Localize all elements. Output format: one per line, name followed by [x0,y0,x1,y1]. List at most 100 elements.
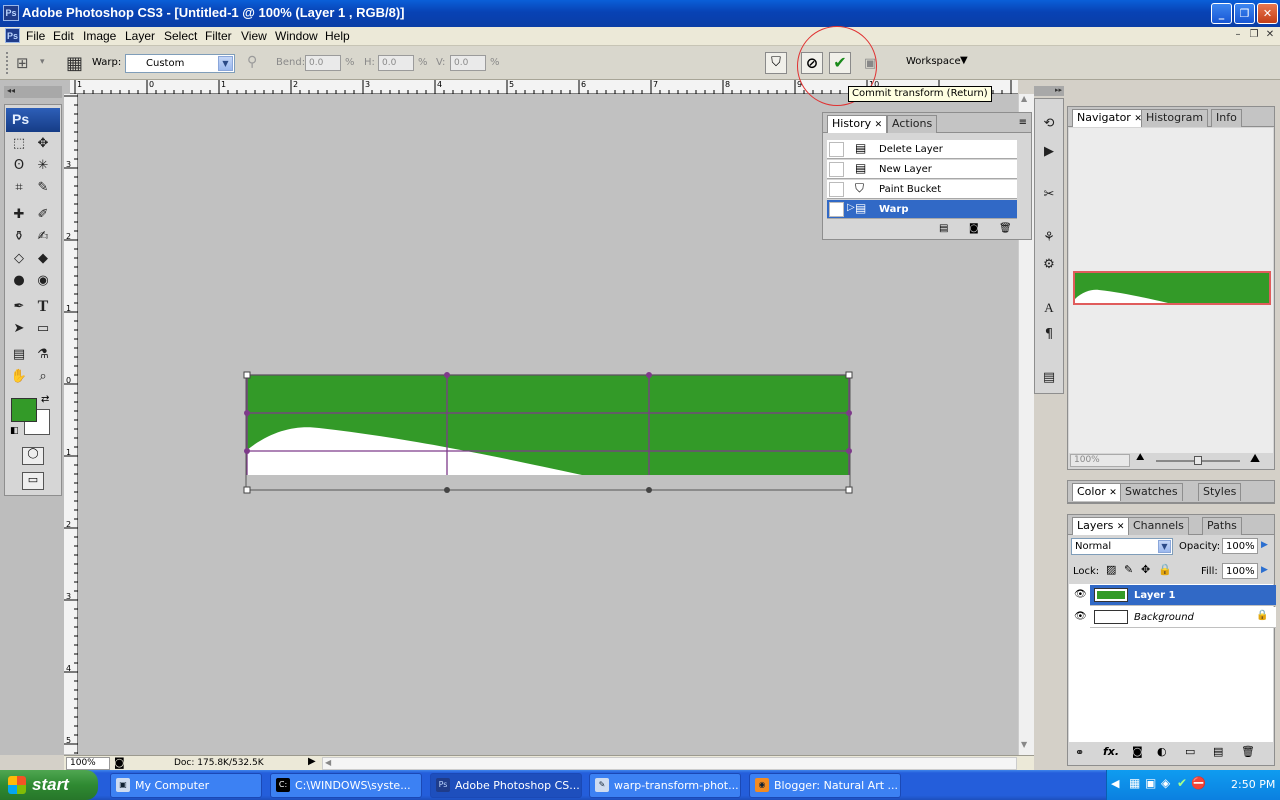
corner-handle-icon[interactable] [243,371,251,379]
warp-handle-icon[interactable] [444,487,450,493]
blend-mode-select[interactable]: Normal ▼ [1071,538,1173,555]
magic-wand-tool-icon[interactable]: ✳ [32,156,54,176]
zoom-field[interactable]: 100% [66,757,110,770]
new-layer-icon[interactable]: ▤ [1213,745,1223,758]
lasso-tool-icon[interactable]: ʘ [8,156,30,176]
menu-view[interactable]: View [241,29,267,43]
zoom-out-icon[interactable]: ⛰ [1136,452,1144,463]
warp-handle-icon[interactable] [646,372,652,378]
toolbox-collapse-icon[interactable]: ◂◂ [4,86,62,98]
warp-mode-toggle-icon[interactable]: ⛉ [765,52,787,74]
layer-row-layer1[interactable]: Layer 1 [1090,585,1276,606]
corner-handle-icon[interactable] [845,371,853,379]
clone-stamp-tool-icon[interactable]: ⚱ [8,227,30,247]
eye-visibility-icon[interactable]: 👁 [1074,611,1087,622]
eye-visibility-icon[interactable]: 👁 [1074,589,1087,600]
tab-layers[interactable]: Layers ✕ [1072,517,1130,535]
history-item[interactable]: ▤ New Layer [827,160,1017,179]
tray-app-icon[interactable]: ▣ [1145,776,1156,790]
adjustment-layer-icon[interactable]: ◐ [1157,745,1167,758]
link-layers-icon[interactable]: ⚭ [1075,746,1084,759]
tab-channels[interactable]: Channels [1128,517,1189,535]
doc-restore-icon[interactable]: ❐ [1246,29,1262,43]
history-source-checkbox[interactable] [829,162,844,177]
paragraph-panel-icon[interactable]: ¶ [1038,324,1060,346]
path-selection-tool-icon[interactable]: ➤ [8,319,30,339]
navigator-zoom-field[interactable]: 100% [1070,454,1130,467]
scroll-down-icon[interactable]: ▼ [1021,740,1027,749]
history-source-checkbox[interactable] [829,182,844,197]
close-icon[interactable]: ✕ [1109,488,1117,498]
history-item[interactable]: ⛉ Paint Bucket [827,180,1017,199]
history-panel-icon[interactable]: ⟲ [1038,113,1060,135]
warp-style-select[interactable]: Custom ▼ [125,54,235,73]
antivirus-icon[interactable]: ⛔ [1191,776,1206,790]
close-icon[interactable]: ✕ [875,120,883,130]
zoom-slider-thumb[interactable] [1194,456,1202,465]
ruler-left[interactable] [64,94,78,754]
layer-mask-icon[interactable]: ◙ [1132,745,1143,758]
workspace-arrow-icon[interactable]: ▼ [960,55,968,66]
menu-window[interactable]: Window [275,29,318,43]
new-document-icon[interactable]: ▤ [939,223,948,234]
tray-expand-icon[interactable]: ◀ [1111,777,1119,790]
tab-info[interactable]: Info [1211,109,1242,127]
tab-navigator[interactable]: Navigator ✕ [1072,109,1147,127]
warp-handle-icon[interactable] [646,487,652,493]
dodge-tool-icon[interactable]: ◉ [32,271,54,291]
clone-source-icon[interactable]: ⚙ [1038,254,1060,276]
close-icon[interactable]: ✕ [1117,522,1125,532]
zoom-in-icon[interactable]: ⛰ [1250,451,1260,466]
volume-icon[interactable]: ◈ [1161,776,1170,790]
brushes-panel-icon[interactable]: ⚘ [1038,227,1060,249]
taskbar-item-photoshop[interactable]: Ps Adobe Photoshop CS... [430,773,582,798]
screen-mode-icon[interactable]: ▭ [22,472,44,490]
hand-tool-icon[interactable]: ✋ [8,367,30,387]
panel-menu-icon[interactable]: ≡ [1019,117,1027,128]
scroll-left-icon[interactable]: ◀ [325,758,331,767]
menu-help[interactable]: Help [325,29,350,43]
tool-presets-icon[interactable]: ✂ [1038,184,1060,206]
move-tool-icon[interactable]: ✥ [32,134,54,154]
history-item[interactable]: ▤ Delete Layer [827,140,1017,159]
tab-styles[interactable]: Styles [1198,483,1242,501]
slice-tool-icon[interactable]: ✎ [32,178,54,198]
zoom-tool-icon[interactable]: ⌕ [32,367,54,387]
tab-swatches[interactable]: Swatches [1120,483,1183,501]
v-field[interactable]: 0.0 [450,55,486,71]
horizontal-scrollbar[interactable]: ◀ [322,757,1017,770]
crop-tool-icon[interactable]: ⌗ [8,178,30,198]
trash-icon[interactable]: 🗑 [1241,745,1255,758]
minimize-button[interactable]: _ [1211,3,1232,24]
maximize-button[interactable]: ❐ [1234,3,1255,24]
menu-file[interactable]: File [26,29,45,43]
warp-grid-icon[interactable]: ▦ [66,53,83,74]
tab-histogram[interactable]: Histogram [1141,109,1209,127]
notes-tool-icon[interactable]: ▤ [8,345,30,365]
status-menu-icon[interactable]: ◙ [114,756,125,769]
foreground-color-swatch[interactable] [11,398,37,422]
layer-row-background[interactable]: Background 🔒 [1090,607,1276,628]
warp-handle-icon[interactable] [846,448,852,454]
taskbar-item-blogger[interactable]: ◉ Blogger: Natural Art ... [749,773,901,798]
warp-handle-icon[interactable] [244,448,250,454]
menu-image[interactable]: Image [83,29,116,43]
scroll-up-icon[interactable]: ▲ [1021,94,1027,103]
bend-field[interactable]: 0.0 [305,55,341,71]
layer-style-icon[interactable]: fx. [1103,745,1119,758]
taskbar-item-warp[interactable]: ✎ warp-transform-phot... [589,773,741,798]
type-tool-icon[interactable]: T [32,297,54,317]
tool-preset-icon[interactable]: ⊞ [16,54,29,72]
fill-field[interactable]: 100% [1222,563,1258,579]
eyedropper-tool-icon[interactable]: ⚗ [32,345,54,365]
paint-bucket-tool-icon[interactable]: ◆ [32,249,54,269]
tab-actions[interactable]: Actions [887,115,938,133]
security-icon[interactable]: ✔ [1177,776,1187,790]
lock-position-icon[interactable]: ✥ [1141,563,1150,576]
tab-color[interactable]: Color ✕ [1072,483,1122,501]
tool-preset-arrow-icon[interactable]: ▾ [40,57,45,67]
lock-transparency-icon[interactable]: ▨ [1106,563,1116,576]
menu-layer[interactable]: Layer [125,29,155,43]
options-grip[interactable] [6,52,10,74]
taskbar-item-my-computer[interactable]: ▣ My Computer [110,773,262,798]
